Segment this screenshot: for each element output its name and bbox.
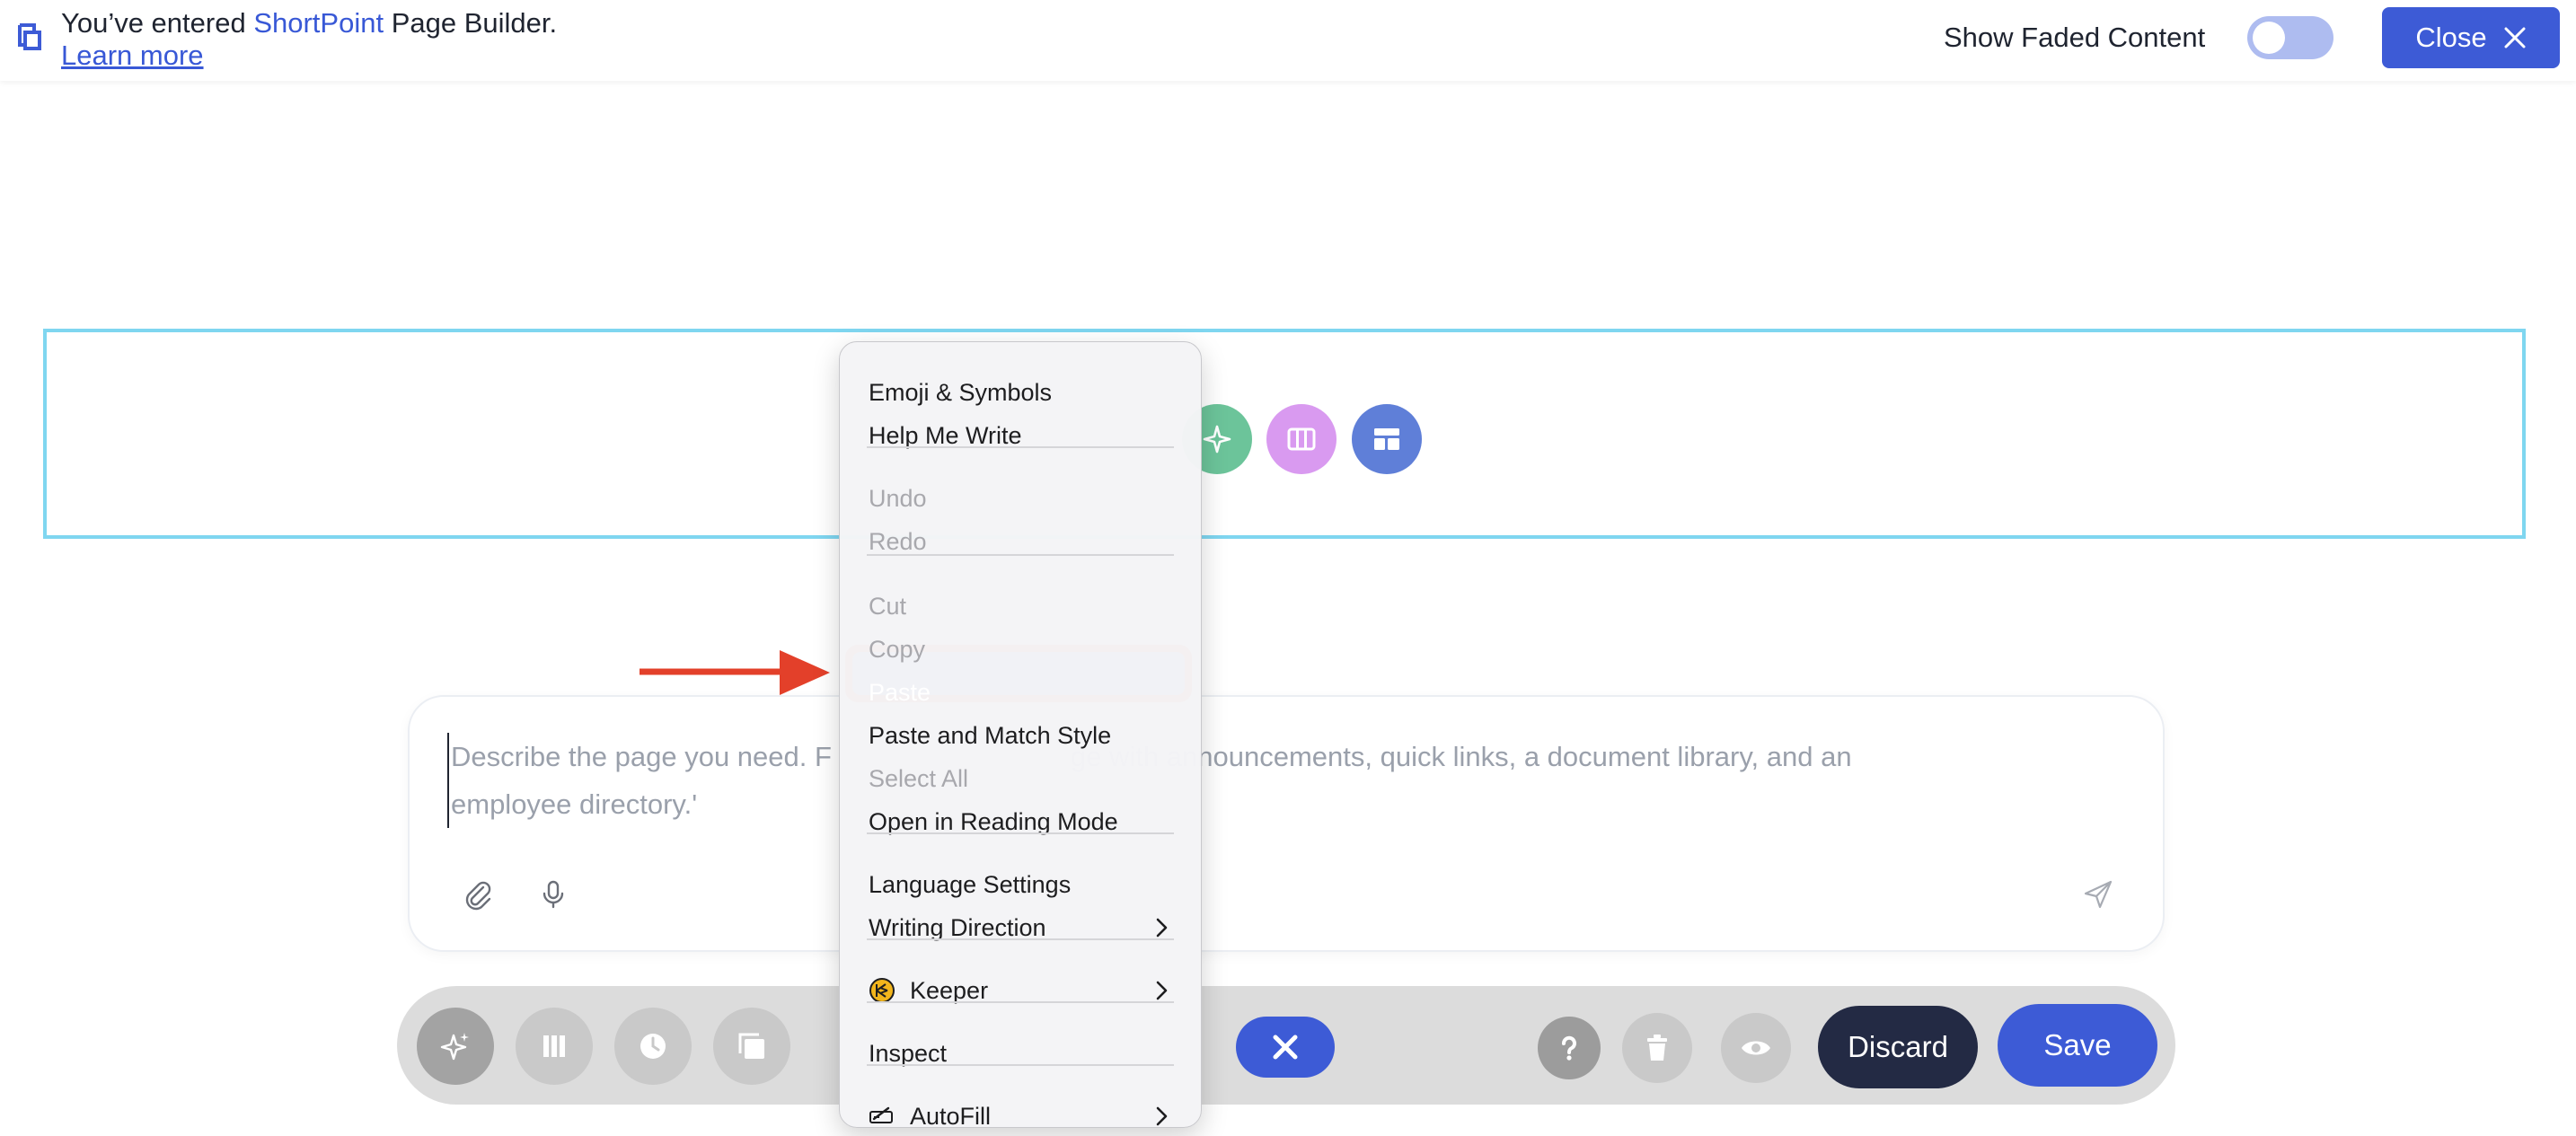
layout-icon [1374, 428, 1399, 450]
clock-icon [640, 1034, 666, 1059]
menu-item-emoji-symbols[interactable]: Emoji & Symbols [867, 373, 1176, 412]
menu-item-label: Writing Direction [869, 914, 1046, 941]
menu-item-label: Open in Reading Mode [869, 808, 1118, 835]
menu-item-inspect[interactable]: Inspect [867, 1034, 1176, 1073]
learn-more-link[interactable]: Learn more [61, 38, 204, 74]
menu-item-undo: Undo [867, 479, 1176, 518]
close-icon [1273, 1035, 1298, 1060]
close-button[interactable]: Close [2382, 7, 2560, 68]
menu-item-label: Keeper [910, 977, 989, 1004]
menu-separator [867, 1064, 1174, 1066]
menu-item-label: Help Me Write [869, 422, 1022, 449]
chevron-right-icon [1156, 1106, 1168, 1126]
voice-input-button[interactable] [534, 875, 573, 914]
banner-prefix: You’ve entered [61, 7, 254, 39]
prompt-placeholder-line2: employee directory.' [451, 788, 698, 820]
toolbar-ai-button[interactable] [417, 1008, 494, 1085]
section-layout-button[interactable] [1352, 404, 1422, 474]
save-button[interactable]: Save [1998, 1004, 2157, 1087]
menu-separator [867, 1001, 1174, 1003]
menu-separator [867, 832, 1174, 834]
menu-item-cut: Cut [867, 586, 1176, 626]
menu-item-label: AutoFill [910, 1103, 992, 1130]
toolbar-history-button[interactable] [614, 1008, 692, 1085]
context-menu: Emoji & Symbols Help Me Write Undo Redo … [839, 341, 1202, 1130]
menu-item-autofill[interactable]: AutoFill [867, 1096, 1176, 1136]
show-faded-content-label: Show Faded Content [1944, 22, 2206, 53]
discard-button[interactable]: Discard [1818, 1006, 1978, 1088]
question-icon [1562, 1035, 1576, 1061]
paperclip-icon [465, 881, 491, 911]
microphone-icon [543, 880, 564, 909]
annotation-arrow-icon [640, 650, 830, 695]
menu-item-select-all: Select All [867, 759, 1176, 798]
menu-item-language-settings[interactable]: Language Settings [867, 865, 1176, 904]
top-banner: You’ve entered ShortPoint Page Builder. … [0, 0, 2576, 81]
chevron-right-icon [1156, 981, 1168, 1000]
banner-brand: ShortPoint [253, 7, 384, 39]
menu-item-keeper[interactable]: Keeper [867, 971, 1176, 1010]
menu-separator [867, 554, 1174, 556]
help-button[interactable] [1538, 1017, 1601, 1079]
menu-item-paste-match-style[interactable]: Paste and Match Style [867, 716, 1176, 755]
menu-item-label: Cut [869, 593, 907, 620]
send-button[interactable] [2078, 875, 2118, 914]
columns-icon [1287, 427, 1316, 451]
delete-button[interactable] [1622, 1013, 1692, 1083]
close-button-label: Close [2415, 22, 2487, 53]
section-columns-button[interactable] [1266, 404, 1337, 474]
menu-item-copy: Copy [867, 630, 1176, 669]
preview-button[interactable] [1721, 1013, 1791, 1083]
menu-item-label: Language Settings [869, 871, 1072, 898]
prompt-placeholder-start: Describe the page you need. F [451, 741, 832, 772]
menu-item-paste[interactable]: Paste [867, 673, 1176, 712]
menu-item-reading-mode[interactable]: Open in Reading Mode [867, 802, 1176, 841]
menu-item-label: Copy [869, 636, 926, 663]
menu-item-label: Paste [869, 679, 931, 706]
close-icon [2504, 27, 2526, 48]
trash-icon [1647, 1035, 1667, 1061]
keeper-icon [869, 978, 895, 1003]
columns-icon [543, 1035, 565, 1057]
sparkle-icon [1203, 425, 1231, 454]
menu-item-label: Select All [869, 765, 969, 792]
menu-item-writing-direction[interactable]: Writing Direction [867, 908, 1176, 947]
chevron-right-icon [1156, 918, 1168, 938]
autofill-icon [869, 1106, 893, 1123]
menu-separator [867, 446, 1174, 448]
banner-suffix: Page Builder. [384, 7, 558, 39]
ai-prompt-box[interactable]: Describe the page you need. Fge with ann… [408, 695, 2165, 952]
cancel-ai-button[interactable] [1236, 1017, 1335, 1078]
toolbar-columns-button[interactable] [516, 1008, 593, 1085]
menu-item-label: Paste and Match Style [869, 722, 1112, 749]
toggle-knob [2253, 22, 2285, 54]
show-faded-content-toggle[interactable] [2247, 16, 2333, 59]
shortpoint-logo-icon [18, 23, 41, 50]
sparkle-icon [440, 1033, 469, 1061]
layers-icon [738, 1033, 764, 1059]
prompt-input[interactable]: Describe the page you need. Fge with ann… [447, 733, 2050, 828]
banner-message: You’ve entered ShortPoint Page Builder. [61, 5, 557, 41]
attach-button[interactable] [458, 875, 498, 914]
menu-item-help-me-write[interactable]: Help Me Write [867, 416, 1176, 455]
menu-item-label: Undo [869, 485, 927, 512]
menu-separator [867, 938, 1174, 940]
send-icon [2084, 880, 2113, 909]
eye-icon [1742, 1041, 1770, 1055]
toolbar-layers-button[interactable] [713, 1008, 790, 1085]
menu-item-label: Emoji & Symbols [869, 379, 1053, 406]
menu-item-label: Inspect [869, 1040, 948, 1067]
